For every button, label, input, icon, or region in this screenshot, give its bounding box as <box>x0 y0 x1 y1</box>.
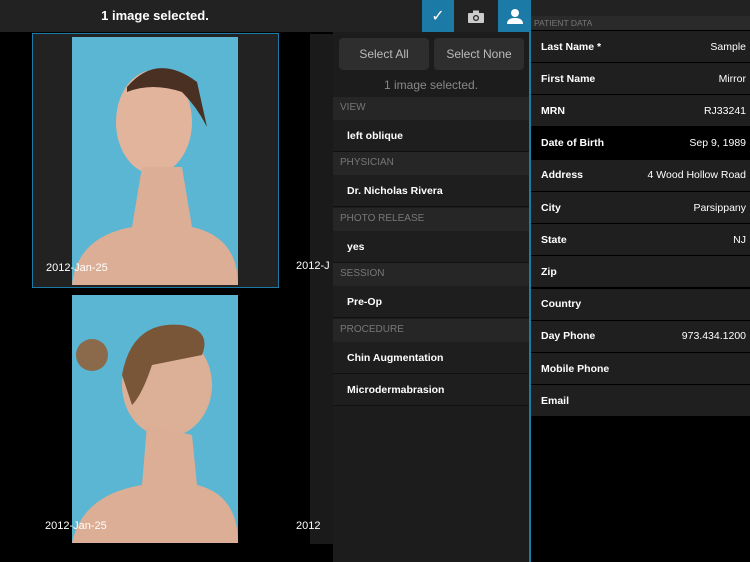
thumbnail-date: 2012-Jan-25 <box>45 520 107 532</box>
thumbnail-selected[interactable]: 2012-Jan-25 <box>32 33 279 288</box>
view-item[interactable]: left oblique <box>333 120 529 152</box>
field-label: Date of Birth <box>541 137 604 150</box>
section-header-photo-release: PHOTO RELEASE <box>333 208 529 231</box>
field-label: Day Phone <box>541 330 596 343</box>
person-icon <box>506 9 523 24</box>
field-value: Mirror <box>718 72 746 85</box>
patient-field-row[interactable]: Date of Birth Sep 9, 1989 <box>531 127 750 160</box>
section-header-physician: PHYSICIAN <box>333 152 529 175</box>
section-header-session: SESSION <box>333 263 529 286</box>
section-header-view: VIEW <box>333 97 529 120</box>
patient-field-row[interactable]: MRN RJ33241 <box>531 95 750 128</box>
field-label: Email <box>541 394 570 407</box>
patient-data-panel: PATIENT DATA Last Name * Sample First Name… <box>531 0 750 562</box>
patient-field-row[interactable]: State NJ <box>531 224 750 257</box>
field-label: City <box>541 201 561 214</box>
photo-left-oblique <box>72 37 238 285</box>
field-value: Sample <box>710 40 746 53</box>
procedure-item[interactable]: Microdermabrasion <box>333 374 529 406</box>
field-label: Address <box>541 169 584 182</box>
patient-field-row[interactable]: City Parsippany <box>531 192 750 224</box>
field-value: 4 Wood Hollow Road <box>647 169 746 182</box>
select-none-button[interactable]: Select None <box>434 38 524 70</box>
thumbnail-partial[interactable] <box>310 34 333 544</box>
field-label: MRN <box>541 104 565 117</box>
field-value: Parsippany <box>693 201 746 214</box>
patient-field-row[interactable]: Mobile Phone <box>531 353 750 385</box>
physician-item[interactable]: Dr. Nicholas Rivera <box>333 175 529 207</box>
select-mode-button[interactable]: ✓ <box>422 0 454 32</box>
field-label: Mobile Phone <box>541 362 610 375</box>
image-grid: 2012-Jan-25 2012-Jan-25 2012-J 2012 <box>0 32 333 562</box>
patient-field-row[interactable]: Address 4 Wood Hollow Road <box>531 159 750 192</box>
patient-button[interactable] <box>498 0 531 32</box>
field-label: First Name <box>541 72 596 85</box>
patient-data-header: PATIENT DATA <box>531 16 750 30</box>
thumbnail[interactable]: 2012-Jan-25 <box>32 294 279 544</box>
field-label: State <box>541 233 567 246</box>
selection-title: 1 image selected. <box>101 8 209 23</box>
thumbnail-date: 2012-J <box>296 260 330 272</box>
photo-release-item[interactable]: yes <box>333 231 529 263</box>
photo-right-profile <box>72 295 238 543</box>
field-label: Last Name * <box>541 40 602 53</box>
camera-icon <box>468 10 484 23</box>
session-item[interactable]: Pre-Op <box>333 286 529 318</box>
procedure-item[interactable]: Chin Augmentation <box>333 342 529 374</box>
thumbnail-date: 2012-Jan-25 <box>46 262 108 274</box>
top-bar: 1 image selected. ✓ <box>0 0 531 32</box>
patient-field-row[interactable]: Zip <box>531 256 750 289</box>
field-value: NJ <box>733 233 746 246</box>
patient-field-row[interactable]: First Name Mirror <box>531 63 750 96</box>
thumbnail-date: 2012 <box>296 520 321 532</box>
patient-panel-top <box>531 0 750 16</box>
field-value: 973.434.1200 <box>681 330 746 343</box>
select-all-button[interactable]: Select All <box>339 38 429 70</box>
camera-button[interactable] <box>454 0 498 32</box>
patient-field-row[interactable]: Last Name * Sample <box>531 31 750 63</box>
selection-status: 1 image selected. <box>383 78 479 92</box>
field-value: Sep 9, 1989 <box>689 137 746 150</box>
section-header-procedure: PROCEDURE <box>333 319 529 342</box>
image-info-panel: Select All Select None 1 image selected.… <box>333 32 531 562</box>
patient-field-row[interactable]: Email <box>531 385 750 418</box>
field-label: Country <box>541 298 582 311</box>
patient-field-row[interactable]: Country <box>531 288 750 321</box>
field-value: RJ33241 <box>703 104 746 117</box>
field-label: Zip <box>541 265 557 278</box>
checkmark-icon: ✓ <box>431 8 445 25</box>
patient-field-row[interactable]: Day Phone 973.434.1200 <box>531 320 750 353</box>
